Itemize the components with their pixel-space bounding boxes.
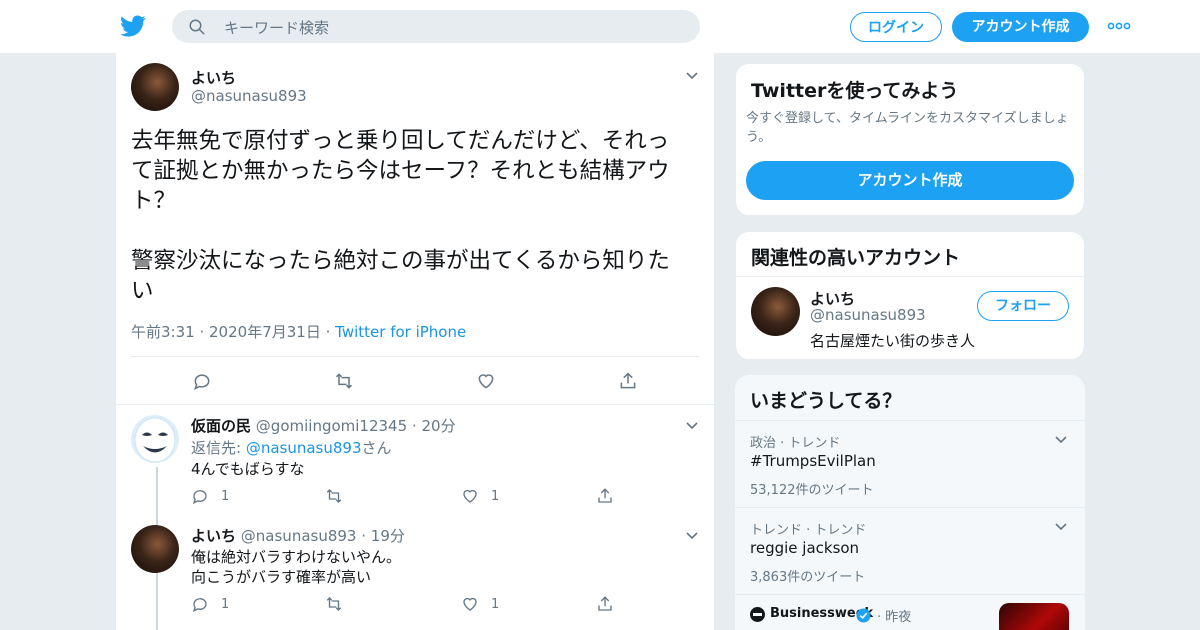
retweet-icon (326, 489, 342, 503)
tweet-text: 去年無免で原付ずっと乗り回してだんだけど、それっ て証拠とか無かったら今はセーフ… (131, 128, 670, 304)
mask-face-icon (134, 417, 176, 463)
news-item[interactable]: Businessweek · 昨夜 (735, 595, 1085, 630)
retweet-icon (326, 597, 342, 611)
divider (116, 404, 714, 405)
reply-icon (192, 598, 207, 613)
heart-icon (463, 489, 477, 503)
tweet-date[interactable]: 2020年7月31日 (209, 323, 321, 341)
chevron-down-icon[interactable] (685, 421, 699, 431)
signup-button[interactable]: アカウント作成 (952, 12, 1089, 42)
trend-context: 政治 · トレンド (750, 436, 841, 451)
search-input[interactable] (222, 10, 686, 45)
like-count: 1 (491, 488, 500, 504)
verified-badge-icon (856, 608, 871, 623)
like-count: 1 (491, 596, 500, 612)
tweet-time[interactable]: 午前3:31 (131, 323, 195, 341)
search-box[interactable] (172, 10, 700, 45)
login-button[interactable]: ログイン (850, 12, 942, 42)
reply-age[interactable]: 20分 (421, 417, 455, 435)
related-accounts-card: 関連性の高いアカウント よいち @nasunasu893 名古屋煙たい街の歩き人… (735, 231, 1085, 360)
retweet-button[interactable] (325, 595, 343, 613)
share-button[interactable] (596, 487, 614, 505)
reply-button[interactable]: 1 (191, 487, 229, 505)
signup-card-title: Twitterを使ってみよう (751, 80, 959, 102)
trend-count: 53,122件のツイート (750, 483, 874, 498)
signup-card-description: 今すぐ登録して、タイムラインをカスタマイズしましょ う。 (746, 111, 1069, 145)
reply-count: 1 (221, 596, 230, 612)
like-button[interactable] (476, 371, 496, 391)
share-icon (620, 372, 636, 389)
trend-topic: reggie jackson (750, 539, 860, 557)
chevron-down-icon[interactable] (685, 531, 699, 541)
reply-icon (194, 374, 210, 390)
avatar[interactable] (131, 525, 179, 573)
signup-card: Twitterを使ってみよう 今すぐ登録して、タイムラインをカスタマイズしましょ… (735, 63, 1085, 216)
thread-line (156, 577, 158, 630)
related-accounts-title: 関連性の高いアカウント (751, 247, 961, 269)
reply-icon (192, 490, 207, 505)
related-account-bio: 名古屋煙たい街の歩き人 (810, 332, 976, 350)
divider (736, 276, 1084, 277)
related-account-handle[interactable]: @nasunasu893 (810, 306, 926, 324)
reply-to: 返信先: @nasunasu893さん (191, 439, 392, 457)
tweet-author-handle[interactable]: @nasunasu893 (191, 87, 307, 105)
chevron-down-icon[interactable] (1054, 522, 1068, 532)
tweet-meta: 午前3:31 · 2020年7月31日 · Twitter for iPhone (131, 323, 467, 341)
tweet-author-name[interactable]: よいち (191, 67, 236, 88)
follow-button[interactable]: フォロー (977, 291, 1069, 321)
divider (131, 356, 699, 357)
reply-button[interactable]: 1 (191, 595, 229, 613)
avatar[interactable] (131, 63, 179, 111)
reply-count: 1 (221, 488, 230, 504)
reply-author-name[interactable]: 仮面の民 (191, 417, 251, 435)
businessweek-logo-icon (750, 607, 765, 622)
like-button[interactable]: 1 (461, 595, 499, 613)
chevron-down-icon[interactable] (685, 71, 699, 81)
twitter-bird-icon[interactable] (120, 13, 146, 39)
reply-age[interactable]: 19分 (371, 527, 405, 545)
reply-text: 4んでもばらすな (191, 460, 305, 478)
reply-author-handle[interactable]: @gomiingomi12345 (256, 417, 407, 435)
retweet-button[interactable] (325, 487, 343, 505)
retweet-icon (335, 373, 353, 389)
share-button[interactable] (596, 595, 614, 613)
reply-button[interactable] (192, 371, 212, 391)
reply-to-link[interactable]: @nasunasu893 (246, 439, 362, 457)
trend-topic: #TrumpsEvilPlan (750, 452, 876, 470)
share-icon (598, 596, 612, 611)
news-separator: · (877, 610, 882, 625)
mask-avatar[interactable] (131, 415, 179, 463)
news-thumbnail[interactable] (999, 603, 1069, 630)
reply-author-handle[interactable]: @nasunasu893 (241, 527, 357, 545)
trend-count: 3,863件のツイート (750, 570, 866, 585)
heart-icon (478, 374, 494, 389)
trend-item[interactable]: 政治 · トレンド #TrumpsEvilPlan 53,122件のツイート (735, 421, 1085, 507)
tweet-column: よいち @nasunasu893 去年無免で原付ずっと乗り回してだんだけど、それ… (115, 53, 715, 630)
retweet-button[interactable] (333, 371, 355, 391)
reply-text: 俺は絶対バラすわけないやん。 向こうがバラす確率が高い (191, 548, 402, 586)
like-button[interactable]: 1 (461, 487, 499, 505)
tweet-source-link[interactable]: Twitter for iPhone (335, 323, 466, 341)
share-icon (598, 488, 612, 503)
signup-card-button[interactable]: アカウント作成 (746, 161, 1074, 200)
top-bar: ログイン アカウント作成 (0, 0, 1200, 54)
avatar[interactable] (751, 287, 800, 336)
share-button[interactable] (618, 371, 638, 391)
chevron-down-icon[interactable] (1054, 435, 1068, 445)
heart-icon (463, 597, 477, 611)
trends-title: いまどうしてる？ (750, 390, 902, 412)
trend-item[interactable]: トレンド · トレンド reggie jackson 3,863件のツイート (735, 508, 1085, 594)
reply-author-name[interactable]: よいち (191, 527, 236, 545)
search-icon (189, 19, 205, 35)
trend-context: トレンド · トレンド (750, 523, 867, 538)
news-time: 昨夜 (885, 610, 912, 625)
trends-card: いまどうしてる？ 政治 · トレンド #TrumpsEvilPlan 53,12… (735, 375, 1085, 630)
more-icon[interactable] (1106, 18, 1132, 34)
